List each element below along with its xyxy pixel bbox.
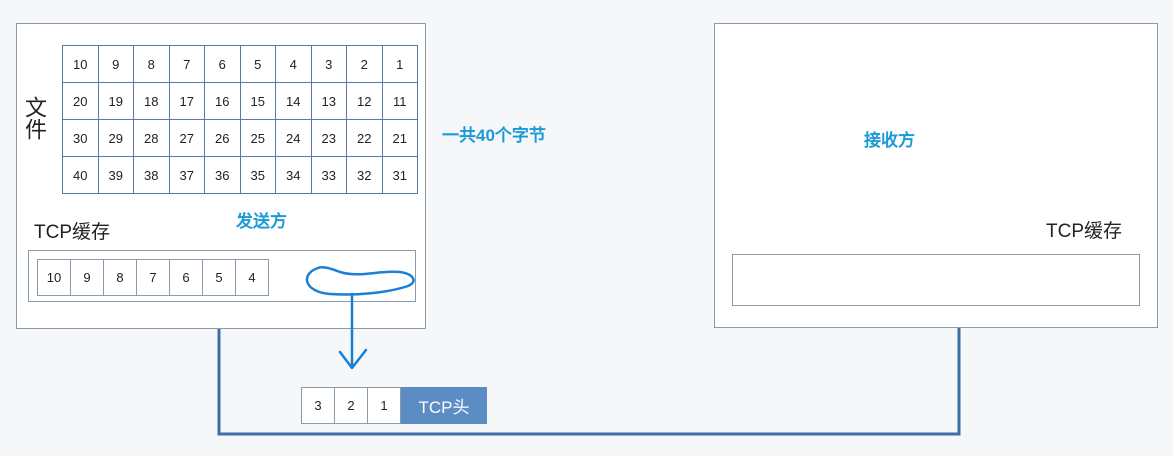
annotation-overlay (305, 265, 415, 370)
hand-drawn-arrow (338, 292, 368, 370)
hand-drawn-loop (305, 265, 415, 296)
